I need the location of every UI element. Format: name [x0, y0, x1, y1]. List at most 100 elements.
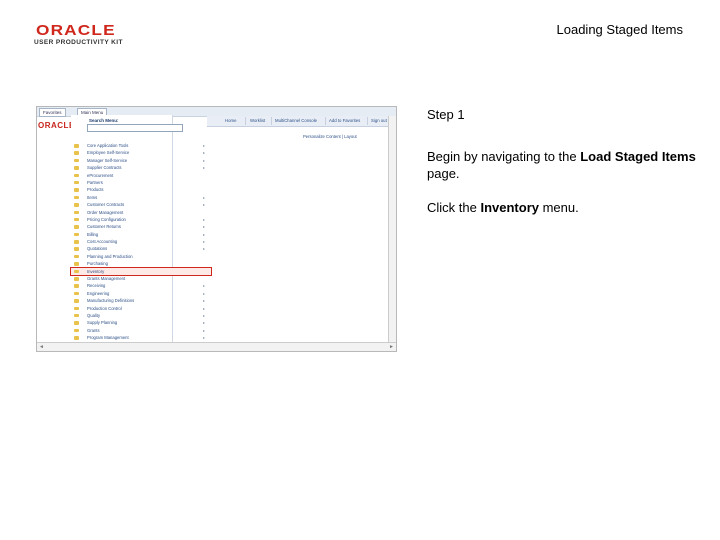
menu-item[interactable]: Manufacturing Definitions ▸ [71, 297, 211, 304]
submenu-arrow-icon: ▸ [203, 150, 206, 156]
instruction-click: Click the Inventory menu. [427, 199, 697, 216]
menu-item[interactable]: Billing ▸ [71, 231, 211, 238]
scroll-left-icon[interactable]: ◄ [39, 343, 44, 351]
vertical-scrollbar[interactable] [388, 116, 396, 344]
folder-icon [74, 291, 79, 296]
folder-icon [74, 195, 79, 200]
menu-item-label: eProcurement [87, 172, 114, 178]
menu-item[interactable]: Products [71, 186, 211, 193]
top-navigation: Home Worklist MultiChannel Console Add t… [207, 116, 396, 127]
scroll-right-icon[interactable]: ► [389, 343, 394, 351]
menu-item[interactable]: Grants ▸ [71, 327, 211, 334]
menu-item[interactable]: Customer Contracts ▸ [71, 201, 211, 208]
menu-item-label: Purchasing [87, 261, 108, 267]
step-title: Step 1 [427, 107, 465, 122]
instruction-menu-name: Inventory [480, 200, 539, 215]
instruction-click-prefix: Click the [427, 200, 481, 215]
horizontal-scrollbar[interactable]: ◄ ► [37, 342, 396, 351]
folder-icon [74, 217, 79, 222]
folder-icon [74, 144, 79, 148]
menu-item-label: Manufacturing Definitions [87, 298, 135, 304]
menu-item[interactable]: Purchasing [71, 260, 211, 267]
menu-item-label: Billing [87, 231, 99, 237]
submenu-arrow-icon: ▸ [203, 298, 206, 304]
submenu-arrow-icon: ▸ [203, 143, 206, 148]
menu-item[interactable]: Grants Management [71, 275, 211, 282]
menu-item-label: Manager Self-Service [87, 157, 128, 163]
submenu-arrow-icon: ▸ [203, 283, 206, 289]
menu-item[interactable]: Production Control ▸ [71, 305, 211, 312]
submenu-arrow-icon: ▸ [203, 320, 206, 326]
menu-item[interactable]: Quality ▸ [71, 312, 211, 319]
folder-icon [74, 254, 79, 259]
nav-multichannel[interactable]: MultiChannel Console [275, 117, 317, 125]
submenu-arrow-icon: ▸ [203, 312, 206, 318]
nav-worklist[interactable]: Worklist [250, 117, 265, 125]
menu-item[interactable]: Manager Self-Service ▸ [71, 157, 211, 164]
submenu-arrow-icon: ▸ [203, 157, 206, 163]
menu-item[interactable]: Items ▸ [71, 194, 211, 201]
menu-item[interactable]: Cost Accounting ▸ [71, 238, 211, 245]
main-menu-panel: Search Menu: Core Application Tools ▸ Empl… [70, 115, 212, 351]
menu-item[interactable]: Customer Returns ▸ [71, 223, 211, 230]
submenu-arrow-icon: ▸ [203, 335, 206, 341]
menu-item[interactable]: Order Management [71, 209, 211, 216]
menu-item-label: Customer Contracts [87, 202, 125, 208]
submenu-arrow-icon: ▸ [203, 290, 206, 296]
menu-search-label: Search Menu: [89, 118, 119, 123]
menu-search-input[interactable] [87, 124, 183, 132]
folder-icon [74, 232, 79, 237]
submenu-arrow-icon: ▸ [203, 216, 206, 222]
folder-icon [74, 277, 79, 281]
folder-icon [74, 240, 79, 244]
menu-item-label: Cost Accounting [87, 239, 118, 245]
menu-item[interactable]: Receiving ▸ [71, 282, 211, 289]
folder-icon [74, 166, 79, 170]
folder-icon [74, 151, 79, 155]
menu-item[interactable]: Supplier Contracts ▸ [71, 164, 211, 171]
folder-icon [74, 284, 79, 288]
oracle-upk-logo: ORACLE USER PRODUCTIVITY KIT [34, 22, 134, 48]
menu-item[interactable]: Planning and Production [71, 253, 211, 260]
instruction-click-suffix: menu. [538, 200, 579, 215]
personalize-link[interactable]: Personalize Content | Layout [303, 134, 357, 139]
menu-item[interactable]: Inventory [70, 267, 212, 276]
folder-icon [74, 203, 79, 207]
menu-item-label: Customer Returns [87, 224, 121, 230]
menu-item-label: Receiving [87, 283, 106, 289]
nav-add-favorites[interactable]: Add to Favorites [329, 117, 360, 125]
menu-item[interactable]: Program Management ▸ [71, 334, 211, 341]
menu-item-label: Pricing Configuration [87, 216, 126, 222]
folder-icon [74, 173, 79, 178]
nav-sign-out[interactable]: Sign out [371, 117, 387, 125]
folder-icon [74, 188, 79, 192]
menu-item-label: Production Control [87, 305, 122, 311]
folder-icon [74, 299, 79, 303]
menu-item[interactable]: Quotations ▸ [71, 245, 211, 252]
submenu-arrow-icon: ▸ [203, 246, 206, 252]
tab-favorites[interactable]: Favorites [39, 108, 66, 117]
folder-icon [74, 336, 79, 340]
menu-item[interactable]: Core Application Tools ▸ [71, 142, 211, 149]
menu-item[interactable]: eProcurement [71, 172, 211, 179]
menu-item-label: Order Management [87, 209, 124, 215]
menu-item[interactable]: Pricing Configuration ▸ [71, 216, 211, 223]
folder-icon [74, 269, 79, 274]
menu-item[interactable]: Partners [71, 179, 211, 186]
menu-item-label: Partners [87, 179, 103, 185]
menu-item[interactable]: Supply Planning ▸ [71, 319, 211, 326]
nav-home[interactable]: Home [225, 117, 236, 125]
menu-item-label: Inventory [87, 268, 105, 274]
menu-item-label: Engineering [87, 290, 110, 296]
instruction-page-name: Load Staged Items [580, 149, 696, 164]
oracle-logo-text: ORACLE [36, 22, 116, 39]
instruction-navigate-suffix: page. [427, 166, 460, 181]
folder-icon [74, 306, 79, 311]
folder-icon [74, 225, 79, 229]
menu-item[interactable]: Employee Self-Service ▸ [71, 149, 211, 156]
submenu-arrow-icon: ▸ [203, 165, 206, 171]
page-title: Loading Staged Items [556, 22, 683, 37]
menu-item[interactable]: Engineering ▸ [71, 290, 211, 297]
menu-item-label: Quotations [87, 246, 108, 252]
submenu-arrow-icon: ▸ [203, 202, 206, 208]
